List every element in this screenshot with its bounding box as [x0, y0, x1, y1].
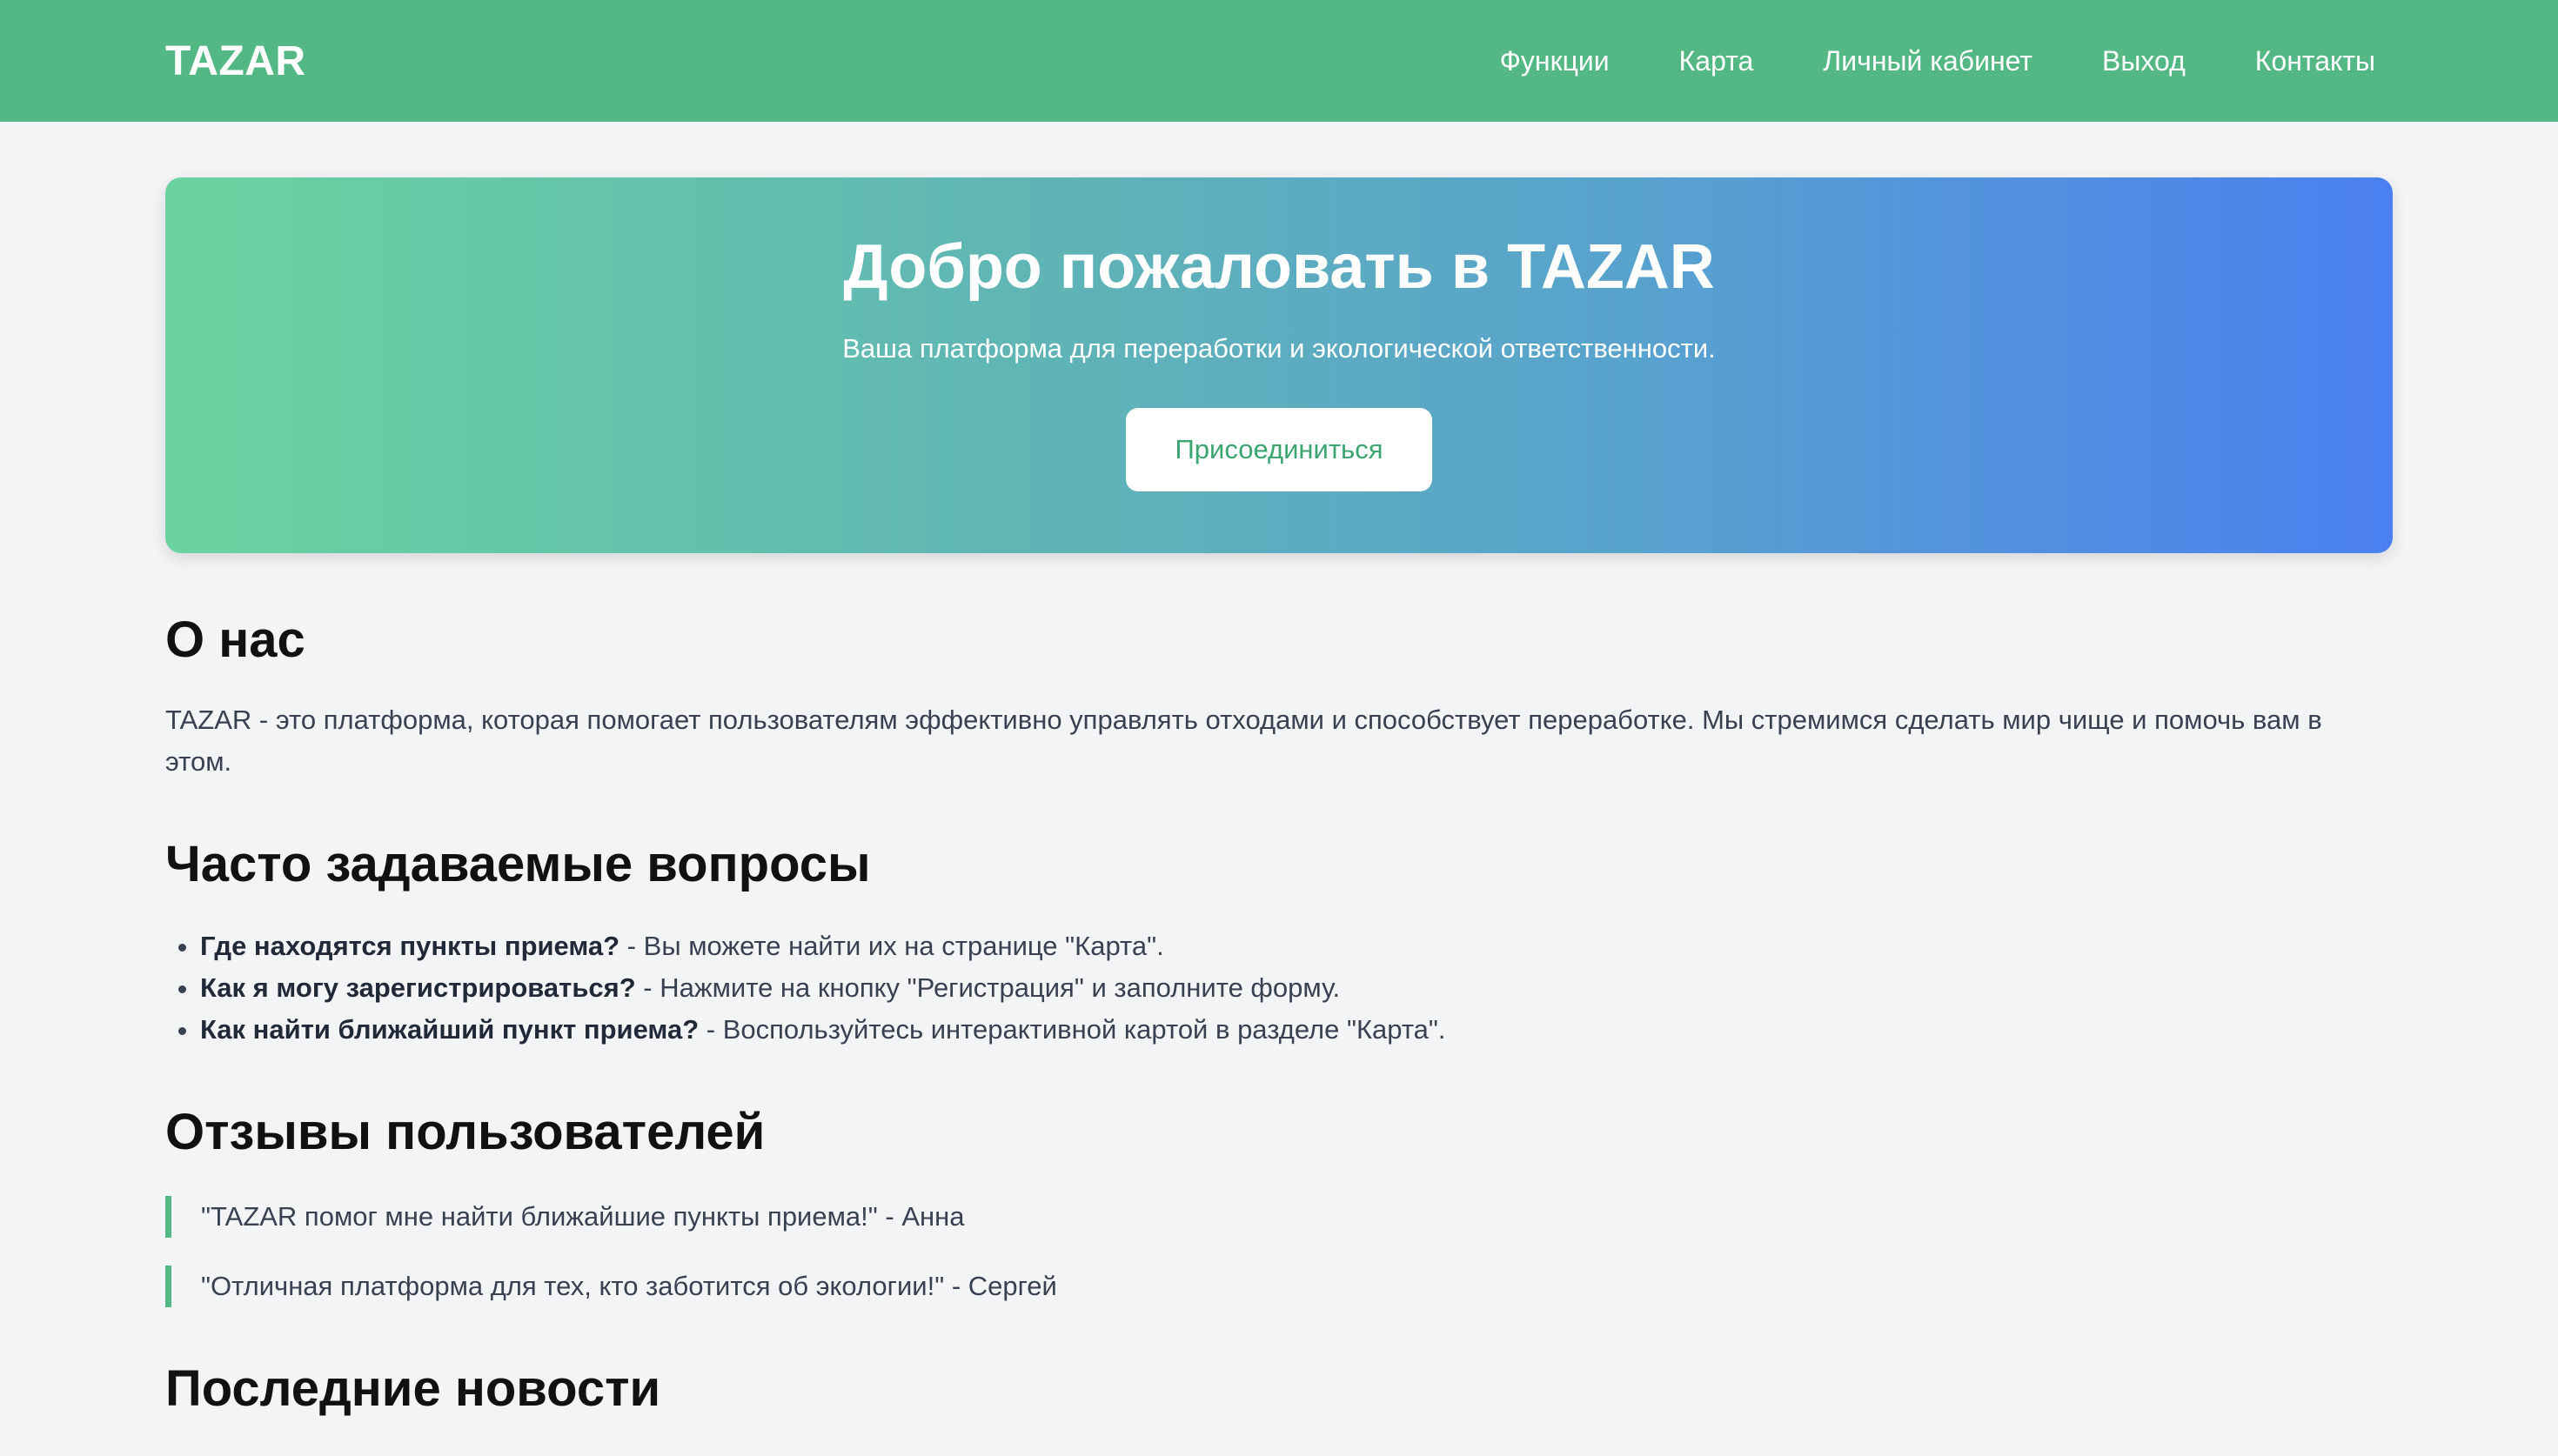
brand-logo[interactable]: TAZAR: [165, 37, 306, 85]
faq-answer: - Нажмите на кнопку "Регистрация" и запо…: [635, 972, 1341, 1003]
faq-question: Где находятся пункты приема?: [200, 930, 620, 961]
faq-item: Как найти ближайший пункт приема? - Восп…: [200, 1009, 2393, 1051]
news-title: Последние новости: [165, 1360, 661, 1418]
hero-title: Добро пожаловать в TAZAR: [843, 232, 1715, 302]
top-navbar: TAZAR Функции Карта Личный кабинет Выход…: [0, 0, 2558, 122]
faq-list: Где находятся пункты приема? - Вы можете…: [165, 925, 2393, 1051]
faq-question: Как найти ближайший пункт приема?: [200, 1013, 700, 1045]
join-button[interactable]: Присоединиться: [1126, 408, 1432, 492]
main-content: Добро пожаловать в TAZAR Ваша платформа …: [165, 177, 2393, 1417]
nav-link-contacts[interactable]: Контакты: [2255, 45, 2375, 77]
about-title: О нас: [165, 611, 305, 668]
nav-links: Функции Карта Личный кабинет Выход Конта…: [1500, 45, 2375, 77]
about-text: TAZAR - это платформа, которая помогает …: [165, 704, 2322, 777]
faq-question: Как я могу зарегистрироваться?: [200, 972, 636, 1003]
reviews-title: Отзывы пользователей: [165, 1103, 766, 1160]
news-section: Последние новости: [165, 1361, 2393, 1417]
review-quote: "Отличная платформа для тех, кто заботит…: [165, 1266, 2393, 1308]
nav-link-account[interactable]: Личный кабинет: [1823, 45, 2032, 77]
reviews-section: Отзывы пользователей "TAZAR помог мне на…: [165, 1103, 2393, 1308]
faq-section: Часто задаваемые вопросы Где находятся п…: [165, 835, 2393, 1051]
nav-link-features[interactable]: Функции: [1500, 45, 1610, 77]
about-section: О нас TAZAR - это платформа, которая пом…: [165, 612, 2393, 783]
nav-link-map[interactable]: Карта: [1679, 45, 1754, 77]
faq-answer: - Воспользуйтесь интерактивной картой в …: [699, 1013, 1446, 1045]
hero-banner: Добро пожаловать в TAZAR Ваша платформа …: [165, 177, 2393, 553]
nav-link-logout[interactable]: Выход: [2102, 45, 2186, 77]
faq-item: Где находятся пункты приема? - Вы можете…: [200, 925, 2393, 967]
faq-item: Как я могу зарегистрироваться? - Нажмите…: [200, 967, 2393, 1009]
faq-title: Часто задаваемые вопросы: [165, 835, 871, 892]
review-quote: "TAZAR помог мне найти ближайшие пункты …: [165, 1196, 2393, 1239]
hero-subtitle: Ваша платформа для переработки и экологи…: [842, 333, 1716, 364]
faq-answer: - Вы можете найти их на странице "Карта"…: [619, 930, 1164, 961]
